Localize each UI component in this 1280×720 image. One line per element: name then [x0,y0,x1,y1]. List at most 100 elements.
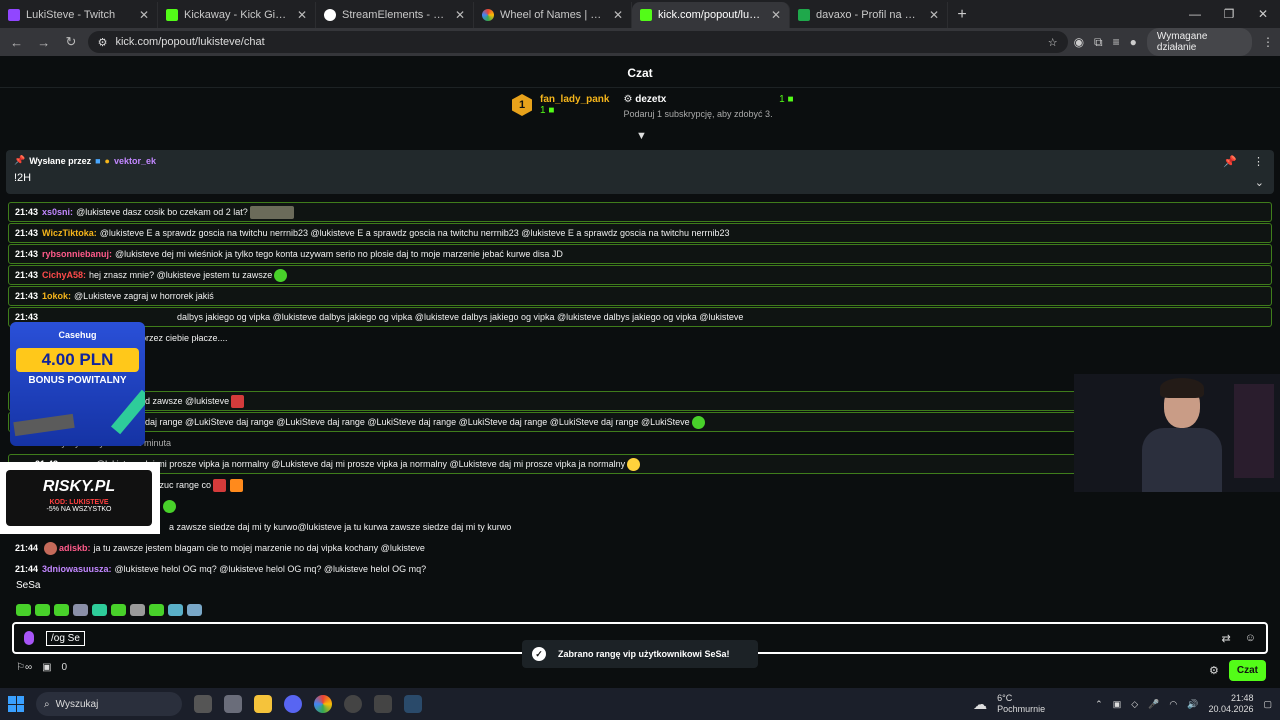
browser-tab-active[interactable]: kick.com/popout/lukisteve/chat ✕ [632,2,790,28]
clock[interactable]: 21:48 20.04.2026 [1208,693,1253,715]
chevron-up-icon[interactable]: ⌃ [1095,699,1103,710]
chrome-icon[interactable] [314,695,332,713]
chat-message[interactable]: 21:43 dalbys jakiego og vipka @lukisteve … [8,307,1272,327]
checkmark-icon: ✓ [532,647,546,661]
action-required-button[interactable]: Wymagane działanie [1146,28,1252,56]
forward-icon[interactable]: → [33,31,54,53]
back-icon[interactable]: ← [6,31,27,53]
mic-icon[interactable] [24,631,34,645]
close-icon[interactable]: ✕ [771,8,781,22]
message-text: @Lukisteve zagraj w horrorek jakiś [74,291,214,301]
chat-message[interactable]: 21:43 1okok: @Lukisteve zagraj w horrorek … [8,286,1272,306]
emote-icon[interactable] [111,604,126,616]
chat-message[interactable]: 21:43 WiczTiktoka: @lukisteve E a sprawdz … [8,223,1272,243]
taskbar-search[interactable]: ⌕ Wyszukaj [36,692,182,716]
reload-icon[interactable]: ↻ [60,31,81,53]
file-explorer-icon[interactable] [254,695,272,713]
mic-tray-icon[interactable]: 🎤 [1148,699,1159,710]
unpin-icon[interactable]: 📌 [1223,155,1237,168]
close-window-icon[interactable]: ✕ [1246,0,1280,28]
wifi-icon[interactable]: ◠ [1169,699,1177,710]
emote-icon[interactable] [35,604,50,616]
close-icon[interactable]: ✕ [297,8,307,22]
emote-icon[interactable] [54,604,69,616]
emote-icon[interactable] [16,604,31,616]
username[interactable]: CichyA58: [42,270,86,280]
chat-message[interactable]: a zawsze siedze daj mi ty kurwo@lukistev… [8,517,1272,537]
tray-icon[interactable]: ◇ [1131,699,1138,710]
emoji-icon[interactable]: ☺ [1245,632,1256,645]
translate-icon[interactable]: ⇄ [1222,632,1231,645]
close-icon[interactable]: ✕ [929,8,939,22]
weather-widget[interactable]: 6°C Pochmurnie [997,693,1045,715]
extension-icon[interactable]: ◉ [1074,35,1084,49]
emote-icon[interactable] [92,604,107,616]
emote-icon [627,457,641,471]
browser-tab[interactable]: Wheel of Names | Random nam ✕ [474,2,632,28]
emote-icon[interactable] [130,604,145,616]
address-bar[interactable]: ⚙ kick.com/popout/lukisteve/chat ☆ [87,31,1068,53]
app-icon[interactable] [374,695,392,713]
chat-message[interactable]: 21:44 3dniowasuusza: @lukisteve helol OG m… [8,559,1272,579]
username[interactable]: xs0sni: [42,207,73,217]
username[interactable]: adiskb: [59,543,91,553]
browser-tab[interactable]: Kickaway - Kick Giveaway Tool ✕ [158,2,316,28]
username[interactable]: 1okok: [42,291,71,301]
app-icon[interactable] [224,695,242,713]
emote-icon[interactable] [168,604,183,616]
close-icon[interactable]: ✕ [139,8,149,22]
menu-icon[interactable]: ⋮ [1262,35,1274,49]
puzzle-icon[interactable]: ⧉ [1094,35,1103,50]
pinned-prefix: Wysłane przez [29,155,92,166]
windows-start-icon[interactable] [8,696,24,712]
profile-avatar[interactable]: ● [1130,35,1137,49]
discord-icon[interactable] [284,695,302,713]
task-view-icon[interactable] [194,695,212,713]
message-text: @lukisteve dej mi wieśniok ja tylko tego… [115,249,563,259]
close-icon[interactable]: ✕ [613,8,623,22]
new-tab-button[interactable]: + [948,2,976,28]
bookmark-star-icon[interactable]: ☆ [1048,36,1058,49]
chat-message[interactable]: 21:43 CichyA58: hej znasz mnie? @lukisteve… [8,265,1272,285]
channel-points-icon[interactable]: ⚐∞ [16,662,32,673]
pinned-user[interactable]: vektor_ek [114,156,156,166]
chat-message[interactable]: przez ciebie płacze.... [8,328,1272,348]
chat-input-value[interactable]: /og Se [46,630,85,646]
close-icon[interactable]: ✕ [455,8,465,22]
chat-message[interactable]: 21:44 adiskb: ja tu zawsze jestem blagam c… [8,538,1272,558]
more-options-icon[interactable]: ⋮ [1253,155,1264,168]
emote-icon[interactable] [149,604,164,616]
username[interactable]: rybsonniebanuj: [42,249,112,259]
timestamp: 21:43 [15,312,39,322]
restore-icon[interactable]: ❐ [1212,0,1246,28]
chat-message[interactable] [8,496,1272,516]
chat-message[interactable]: 21:43 xs0sni: @lukisteve dasz cosik bo cze… [8,202,1272,222]
message-text: a zawsze siedze daj mi ty kurwo@lukistev… [169,522,512,532]
minimize-icon[interactable]: — [1178,0,1212,28]
tab-label: Wheel of Names | Random nam [500,9,607,21]
notification-icon[interactable]: ▢ [1263,699,1272,710]
chat-message[interactable]: 21:43 rybsonniebanuj: @lukisteve dej mi wi… [8,244,1272,264]
username[interactable]: 3dniowasuusza: [42,564,112,574]
leader-entry[interactable]: ⚙ dezetx 1 ■ Podaruj 1 subskrypcję, aby … [623,94,793,119]
emote-icon[interactable] [187,604,202,616]
browser-tab[interactable]: davaxo - Profil na Kick ✕ [790,2,948,28]
leader-entry[interactable]: fan_lady_pank 1 ■ [540,94,609,119]
browser-tab[interactable]: StreamElements - Giveaways ✕ [316,2,474,28]
site-info-icon[interactable]: ⚙ [98,36,108,49]
settings-gear-icon[interactable]: ⚙ [1209,664,1219,677]
steam-icon[interactable] [404,695,422,713]
points-wallet-icon[interactable]: ▣ [42,662,51,673]
username[interactable]: WiczTiktoka: [42,228,97,238]
tray-icon[interactable]: ▣ [1113,699,1122,710]
emote-icon[interactable] [73,604,88,616]
volume-icon[interactable]: 🔊 [1187,699,1198,710]
send-chat-button[interactable]: Czat [1228,660,1266,681]
media-icon[interactable]: ≡ [1113,35,1120,49]
chat-message[interactable] [8,349,1272,369]
pin-icon: 📌 [14,155,26,165]
browser-tab[interactable]: LukiSteve - Twitch ✕ [0,2,158,28]
obs-icon[interactable] [344,695,362,713]
chevron-down-icon[interactable]: ⌄ [1255,176,1264,189]
collapse-arrow-icon[interactable]: ▼ [636,130,647,142]
